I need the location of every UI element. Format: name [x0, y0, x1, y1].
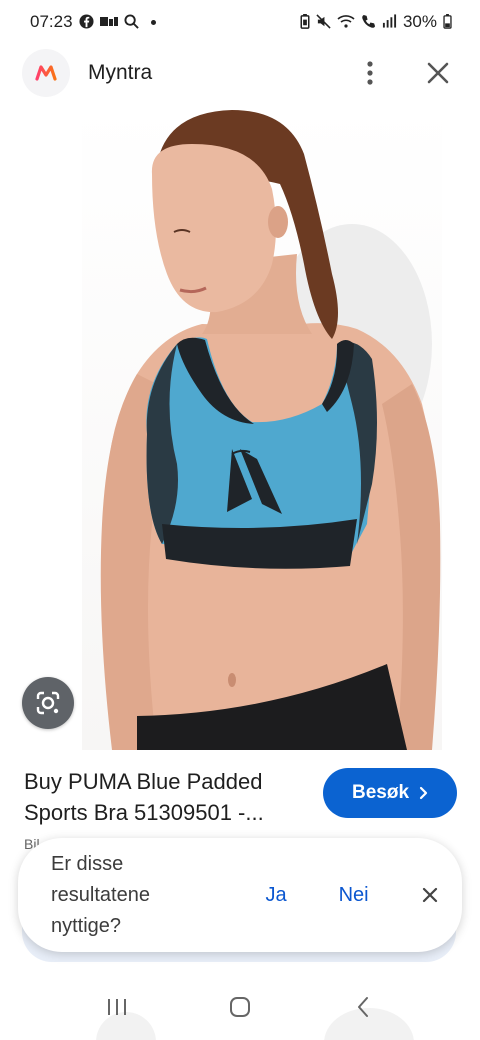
feedback-question: Er disse resultatene nyttige? [51, 849, 197, 942]
notification-dot-icon [150, 19, 156, 25]
feedback-card: Er disse resultatene nyttige? Ja Nei [18, 838, 462, 952]
feedback-no-button[interactable]: Nei [339, 884, 369, 907]
feedback-question-line3: nyttige? [51, 914, 122, 937]
recents-icon [108, 999, 127, 1015]
signal-icon [382, 14, 397, 30]
visit-button-label: Besøk [351, 782, 410, 803]
more-options-button[interactable] [348, 51, 392, 95]
mute-icon [316, 13, 331, 31]
recents-button[interactable] [97, 987, 137, 1027]
lens-search-button[interactable] [22, 677, 74, 729]
back-button[interactable] [343, 987, 383, 1027]
close-icon [423, 887, 438, 903]
status-bar: 07:23 30% [0, 0, 480, 44]
back-icon [357, 997, 368, 1017]
search-icon [124, 13, 139, 31]
visit-button[interactable]: Besøk [323, 768, 457, 818]
call-icon [361, 14, 376, 31]
status-right: 30% [300, 12, 452, 32]
status-left: 07:23 [30, 12, 156, 32]
feedback-yes-button[interactable]: Ja [265, 884, 286, 907]
status-time: 07:23 [30, 12, 73, 31]
battery-saver-icon [300, 13, 310, 31]
battery-percent: 30% [402, 12, 437, 31]
close-icon [427, 62, 449, 84]
wifi-icon [337, 14, 355, 30]
product-image[interactable] [82, 104, 442, 750]
app-header: Myntra [0, 46, 480, 100]
close-button[interactable] [416, 51, 460, 95]
chevron-right-icon [419, 786, 428, 800]
feedback-close-button[interactable] [419, 883, 442, 907]
facebook-icon [79, 13, 94, 31]
home-button[interactable] [220, 987, 260, 1027]
system-nav-bar [0, 985, 480, 1029]
result-title[interactable]: Buy PUMA Blue Padded Sports Bra 51309501… [24, 766, 314, 828]
lens-icon [36, 691, 60, 715]
myntra-logo [22, 49, 70, 97]
feedback-question-line2: resultatene [51, 883, 150, 906]
app-title: Myntra [88, 61, 153, 84]
battery-icon [443, 13, 452, 31]
result-title-line2: Sports Bra 51309501 -... [24, 800, 264, 825]
feedback-question-line1: Er disse [51, 852, 124, 875]
more-vert-icon [367, 61, 373, 85]
sim-icon [99, 15, 118, 29]
result-title-line1: Buy PUMA Blue Padded [24, 769, 263, 794]
home-icon [229, 997, 250, 1017]
